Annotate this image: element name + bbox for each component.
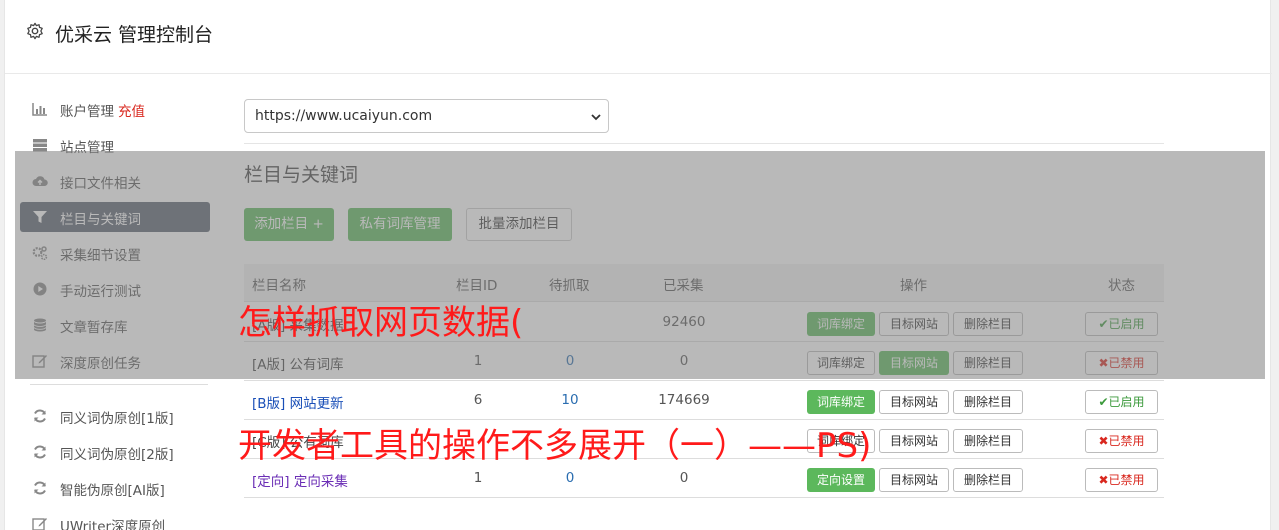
sidebar-item-account[interactable]: 账户管理 充值 bbox=[20, 94, 210, 124]
sidebar-item-label: 深度原创任务 bbox=[60, 356, 141, 372]
refresh-icon bbox=[34, 445, 46, 459]
column-name: [定向] 定向采集 bbox=[252, 474, 348, 490]
sidebar-item-label: 同义词伪原创[1版] bbox=[60, 411, 174, 427]
bind-lexicon-button[interactable]: 词库绑定 bbox=[807, 390, 875, 414]
status-toggle[interactable]: ✖已禁用 bbox=[1085, 429, 1158, 453]
site-select[interactable]: https://www.ucaiyun.com bbox=[244, 99, 609, 133]
chevron-down-icon bbox=[591, 114, 601, 121]
sidebar-item-label: 账户管理 bbox=[60, 104, 114, 120]
delete-column-button[interactable]: 删除栏目 bbox=[953, 312, 1023, 336]
status-toggle[interactable]: ✔已启用 bbox=[1085, 312, 1158, 336]
column-id: 6 bbox=[473, 392, 483, 408]
header: 优采云 管理控制台 bbox=[5, 0, 1272, 74]
play-circle-icon bbox=[33, 282, 47, 296]
sidebar-item-deep-original[interactable]: 深度原创任务 bbox=[20, 346, 210, 376]
sidebar-item-columns-keywords[interactable]: 栏目与关键词 bbox=[20, 202, 210, 232]
column-id: 1 bbox=[473, 470, 483, 486]
bar-chart-icon bbox=[32, 103, 47, 116]
sidebar-item-label: 采集细节设置 bbox=[60, 248, 141, 264]
sidebar-item-label: 手动运行测试 bbox=[60, 284, 141, 300]
refresh-icon bbox=[34, 409, 46, 423]
cogs-icon bbox=[32, 246, 48, 260]
filter-icon bbox=[33, 211, 47, 223]
column-name: [B版] 网站更新 bbox=[252, 396, 344, 412]
pending-count: 0 bbox=[565, 470, 575, 486]
refresh-icon bbox=[34, 481, 46, 495]
sidebar-divider bbox=[30, 384, 208, 385]
sidebar-item-interface-files[interactable]: 接口文件相关 bbox=[20, 166, 210, 196]
server-icon bbox=[33, 139, 47, 152]
sidebar-item-manual-run[interactable]: 手动运行测试 bbox=[20, 274, 210, 304]
edit-icon bbox=[32, 518, 47, 530]
directed-settings-button[interactable]: 定向设置 bbox=[807, 468, 875, 492]
col-collected-header: 已采集 bbox=[663, 278, 704, 294]
target-site-button[interactable]: 目标网站 bbox=[879, 468, 949, 492]
bind-lexicon-button[interactable]: 词库绑定 bbox=[807, 351, 875, 375]
sidebar-item-article-storage[interactable]: 文章暂存库 bbox=[20, 310, 210, 340]
col-ops-header: 操作 bbox=[900, 278, 927, 294]
sidebar: 账户管理 充值 站点管理 接口文件相关 栏目与关键词 采集细节设置 手动运行测试 … bbox=[20, 94, 210, 530]
sidebar-item-label: 接口文件相关 bbox=[60, 176, 141, 192]
cloud-upload-icon bbox=[32, 176, 48, 186]
page-title: 栏目与关键词 bbox=[244, 164, 359, 186]
sidebar-item-uwriter[interactable]: UWriter深度原创 bbox=[20, 509, 210, 530]
col-id-header: 栏目ID bbox=[456, 278, 498, 294]
status-toggle[interactable]: ✖已禁用 bbox=[1085, 468, 1158, 492]
delete-column-button[interactable]: 删除栏目 bbox=[953, 468, 1023, 492]
collected-count: 92460 bbox=[662, 314, 706, 330]
private-lexicon-button[interactable]: 私有词库管理 bbox=[348, 208, 452, 241]
target-site-button[interactable]: 目标网站 bbox=[879, 312, 949, 336]
watermark-line-1: 怎样抓取网页数据( bbox=[238, 303, 524, 343]
recharge-link[interactable]: 充值 bbox=[118, 104, 145, 120]
sidebar-item-ai-original[interactable]: 智能伪原创[AI版] bbox=[20, 473, 210, 503]
collected-count: 0 bbox=[679, 353, 689, 369]
edit-icon bbox=[32, 355, 47, 368]
col-status-header: 状态 bbox=[1108, 278, 1135, 294]
delete-column-button[interactable]: 删除栏目 bbox=[953, 390, 1023, 414]
app-title: 优采云 管理控制台 bbox=[55, 24, 214, 46]
sidebar-item-sites[interactable]: 站点管理 bbox=[20, 130, 210, 160]
bind-lexicon-button[interactable]: 词库绑定 bbox=[807, 312, 875, 336]
gear-icon bbox=[27, 22, 43, 40]
table-row: [B版] 网站更新 6 10 174669 词库绑定 目标网站 删除栏目 ✔已启… bbox=[244, 381, 1164, 420]
site-select-value: https://www.ucaiyun.com bbox=[255, 108, 433, 124]
sidebar-item-label: 同义词伪原创[2版] bbox=[60, 447, 174, 463]
sidebar-item-collect-settings[interactable]: 采集细节设置 bbox=[20, 238, 210, 268]
target-site-button[interactable]: 目标网站 bbox=[879, 351, 949, 375]
sidebar-item-label: UWriter深度原创 bbox=[60, 519, 166, 530]
col-name-header: 栏目名称 bbox=[252, 278, 306, 294]
collected-count: 174669 bbox=[658, 392, 710, 408]
divider bbox=[244, 143, 1164, 144]
sidebar-item-label: 智能伪原创[AI版] bbox=[60, 483, 165, 499]
table-row: [A版] 公有词库 1 0 0 词库绑定 目标网站 删除栏目 ✖已禁用 bbox=[244, 342, 1164, 381]
pending-count: 0 bbox=[565, 353, 575, 369]
batch-add-column-button[interactable]: 批量添加栏目 bbox=[466, 208, 572, 241]
target-site-button[interactable]: 目标网站 bbox=[879, 429, 949, 453]
column-id: 1 bbox=[473, 353, 483, 369]
delete-column-button[interactable]: 删除栏目 bbox=[953, 429, 1023, 453]
status-toggle[interactable]: ✔已启用 bbox=[1085, 390, 1158, 414]
sidebar-item-synonym-v2[interactable]: 同义词伪原创[2版] bbox=[20, 437, 210, 467]
pending-count: 10 bbox=[561, 392, 579, 408]
col-pending-header: 待抓取 bbox=[549, 278, 590, 294]
collected-count: 0 bbox=[679, 470, 689, 486]
sidebar-item-label: 站点管理 bbox=[60, 140, 114, 156]
target-site-button[interactable]: 目标网站 bbox=[879, 390, 949, 414]
sidebar-item-synonym-v1[interactable]: 同义词伪原创[1版] bbox=[20, 401, 210, 431]
sidebar-item-label: 文章暂存库 bbox=[60, 320, 128, 336]
delete-column-button[interactable]: 删除栏目 bbox=[953, 351, 1023, 375]
status-toggle[interactable]: ✖已禁用 bbox=[1085, 351, 1158, 375]
add-column-button[interactable]: 添加栏目 + bbox=[244, 208, 334, 241]
sidebar-item-label: 栏目与关键词 bbox=[60, 212, 141, 228]
database-icon bbox=[33, 318, 47, 332]
column-name: [A版] 公有词库 bbox=[252, 357, 344, 373]
watermark-line-2: 开发者工具的操作不多展开（一）——PS) bbox=[238, 426, 872, 466]
